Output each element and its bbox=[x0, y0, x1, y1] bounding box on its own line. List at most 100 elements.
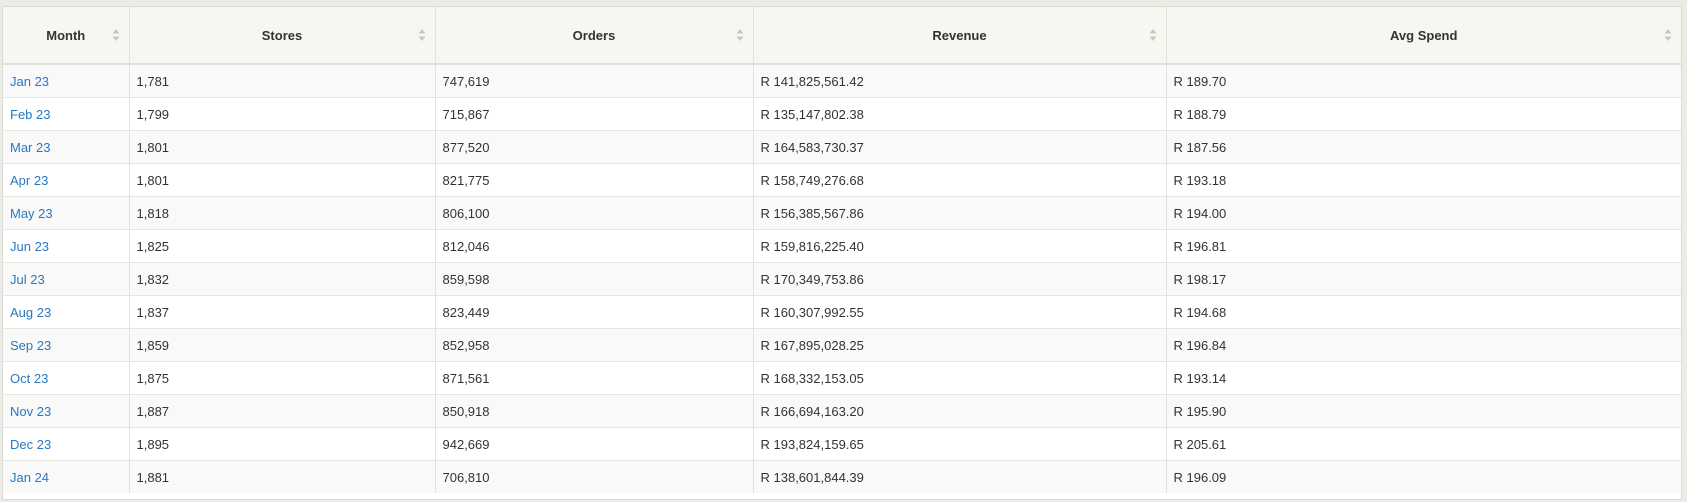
cell-revenue: R 193,824,159.65 bbox=[753, 427, 1167, 461]
cell-avg-spend: R 193.14 bbox=[1166, 361, 1681, 395]
cell-orders: 877,520 bbox=[435, 130, 754, 164]
cell-revenue: R 168,332,153.05 bbox=[753, 361, 1167, 395]
sort-both-icon[interactable] bbox=[1149, 28, 1157, 42]
cell-stores: 1,859 bbox=[129, 328, 436, 362]
cell-stores: 1,895 bbox=[129, 427, 436, 461]
cell-revenue: R 138,601,844.39 bbox=[753, 460, 1167, 493]
cell-stores: 1,825 bbox=[129, 229, 436, 263]
cell-month: Feb 23 bbox=[3, 97, 130, 131]
table-row: Dec 23 1,895 942,669 R 193,824,159.65 R 205.… bbox=[3, 427, 1681, 461]
cell-stores: 1,781 bbox=[129, 64, 436, 98]
month-link[interactable]: Jul 23 bbox=[10, 272, 45, 287]
cell-avg-spend: R 194.00 bbox=[1166, 196, 1681, 230]
cell-month: Oct 23 bbox=[3, 361, 130, 395]
cell-revenue: R 166,694,163.20 bbox=[753, 394, 1167, 428]
cell-revenue: R 167,895,028.25 bbox=[753, 328, 1167, 362]
column-header-label: Orders bbox=[572, 27, 616, 43]
table-row: Oct 23 1,875 871,561 R 168,332,153.05 R 193.… bbox=[3, 361, 1681, 395]
month-link[interactable]: Jan 23 bbox=[10, 74, 49, 89]
cell-avg-spend: R 194.68 bbox=[1166, 295, 1681, 329]
cell-month: Jul 23 bbox=[3, 262, 130, 296]
cell-avg-spend: R 189.70 bbox=[1166, 64, 1681, 98]
sort-both-icon[interactable] bbox=[418, 28, 426, 42]
cell-revenue: R 164,583,730.37 bbox=[753, 130, 1167, 164]
cell-orders: 871,561 bbox=[435, 361, 754, 395]
cell-orders: 706,810 bbox=[435, 460, 754, 493]
table-header-row: Month Stores Orders Revenue Avg Spend bbox=[3, 7, 1681, 65]
cell-month: Nov 23 bbox=[3, 394, 130, 428]
column-header-month[interactable]: Month bbox=[3, 7, 130, 65]
monthly-sales-table: Month Stores Orders Revenue Avg Spend Jan 23… bbox=[3, 7, 1681, 493]
month-link[interactable]: Aug 23 bbox=[10, 305, 51, 320]
month-link[interactable]: Sep 23 bbox=[10, 338, 51, 353]
cell-stores: 1,832 bbox=[129, 262, 436, 296]
month-link[interactable]: Jun 23 bbox=[10, 239, 49, 254]
cell-month: Mar 23 bbox=[3, 130, 130, 164]
cell-avg-spend: R 187.56 bbox=[1166, 130, 1681, 164]
cell-month: Jun 23 bbox=[3, 229, 130, 263]
cell-avg-spend: R 195.90 bbox=[1166, 394, 1681, 428]
cell-revenue: R 160,307,992.55 bbox=[753, 295, 1167, 329]
cell-stores: 1,801 bbox=[129, 130, 436, 164]
cell-stores: 1,875 bbox=[129, 361, 436, 395]
column-header-avg-spend[interactable]: Avg Spend bbox=[1166, 7, 1681, 65]
data-table-container: Month Stores Orders Revenue Avg Spend Jan 23… bbox=[2, 6, 1682, 500]
cell-orders: 859,598 bbox=[435, 262, 754, 296]
cell-avg-spend: R 193.18 bbox=[1166, 163, 1681, 197]
month-link[interactable]: Oct 23 bbox=[10, 371, 48, 386]
cell-orders: 852,958 bbox=[435, 328, 754, 362]
cell-revenue: R 158,749,276.68 bbox=[753, 163, 1167, 197]
cell-avg-spend: R 196.09 bbox=[1173, 469, 1227, 485]
table-row: May 23 1,818 806,100 R 156,385,567.86 R 194.… bbox=[3, 196, 1681, 230]
cell-avg-spend: R 196.81 bbox=[1166, 229, 1681, 263]
table-row: Jul 23 1,832 859,598 R 170,349,753.86 R 198.… bbox=[3, 262, 1681, 296]
cell-stores: 1,818 bbox=[129, 196, 436, 230]
column-header-stores[interactable]: Stores bbox=[129, 7, 436, 65]
table-row: Jun 23 1,825 812,046 R 159,816,225.40 R 196.… bbox=[3, 229, 1681, 263]
table-row: Jan 24 1,881 706,810 R 138,601,844.39 R 196.… bbox=[3, 460, 1681, 493]
cell-orders: 821,775 bbox=[435, 163, 754, 197]
cell-month: Dec 23 bbox=[3, 427, 130, 461]
cell-stores: 1,799 bbox=[129, 97, 436, 131]
table-row: Mar 23 1,801 877,520 R 164,583,730.37 R 187.… bbox=[3, 130, 1681, 164]
table-row: Aug 23 1,837 823,449 R 160,307,992.55 R 194.… bbox=[3, 295, 1681, 329]
cell-stores: 1,801 bbox=[129, 163, 436, 197]
sort-both-icon[interactable] bbox=[112, 28, 120, 42]
cell-revenue: R 159,816,225.40 bbox=[753, 229, 1167, 263]
table-row: Feb 23 1,799 715,867 R 135,147,802.38 R 188.… bbox=[3, 97, 1681, 131]
cell-revenue: R 141,825,561.42 bbox=[753, 64, 1167, 98]
cell-avg-spend: R 205.61 bbox=[1166, 427, 1681, 461]
cell-orders: 812,046 bbox=[435, 229, 754, 263]
cell-month: Jan 23 bbox=[3, 64, 130, 98]
month-link[interactable]: Nov 23 bbox=[10, 404, 51, 419]
cell-month: May 23 bbox=[3, 196, 130, 230]
cell-month: Jan 24 bbox=[3, 460, 130, 493]
column-header-label: Stores bbox=[261, 27, 303, 43]
cell-orders: 850,918 bbox=[435, 394, 754, 428]
month-link[interactable]: Apr 23 bbox=[10, 173, 48, 188]
column-header-orders[interactable]: Orders bbox=[435, 7, 754, 65]
cell-avg-spend: R 196.84 bbox=[1166, 328, 1681, 362]
month-link[interactable]: Feb 23 bbox=[10, 107, 50, 122]
month-link[interactable]: Dec 23 bbox=[10, 437, 51, 452]
table-row: Jan 23 1,781 747,619 R 141,825,561.42 R 189.… bbox=[3, 64, 1681, 98]
cell-avg-spend: R 198.17 bbox=[1166, 262, 1681, 296]
table-body: Jan 23 1,781 747,619 R 141,825,561.42 R 189.… bbox=[3, 64, 1681, 493]
cell-month: Sep 23 bbox=[3, 328, 130, 362]
cell-month: Apr 23 bbox=[3, 163, 130, 197]
cell-revenue: R 170,349,753.86 bbox=[753, 262, 1167, 296]
cell-orders: 823,449 bbox=[435, 295, 754, 329]
month-link[interactable]: Jan 24 bbox=[10, 470, 49, 485]
month-link[interactable]: May 23 bbox=[10, 206, 53, 221]
table-row: Nov 23 1,887 850,918 R 166,694,163.20 R 195.… bbox=[3, 394, 1681, 428]
column-header-revenue[interactable]: Revenue bbox=[753, 7, 1167, 65]
sort-both-icon[interactable] bbox=[736, 28, 744, 42]
table-row: Sep 23 1,859 852,958 R 167,895,028.25 R 196.… bbox=[3, 328, 1681, 362]
cell-revenue: R 135,147,802.38 bbox=[753, 97, 1167, 131]
sort-both-icon[interactable] bbox=[1664, 28, 1672, 42]
column-header-label: Month bbox=[46, 27, 86, 43]
month-link[interactable]: Mar 23 bbox=[10, 140, 50, 155]
cell-stores: 1,887 bbox=[129, 394, 436, 428]
cell-orders: 747,619 bbox=[435, 64, 754, 98]
cell-stores: 1,837 bbox=[129, 295, 436, 329]
